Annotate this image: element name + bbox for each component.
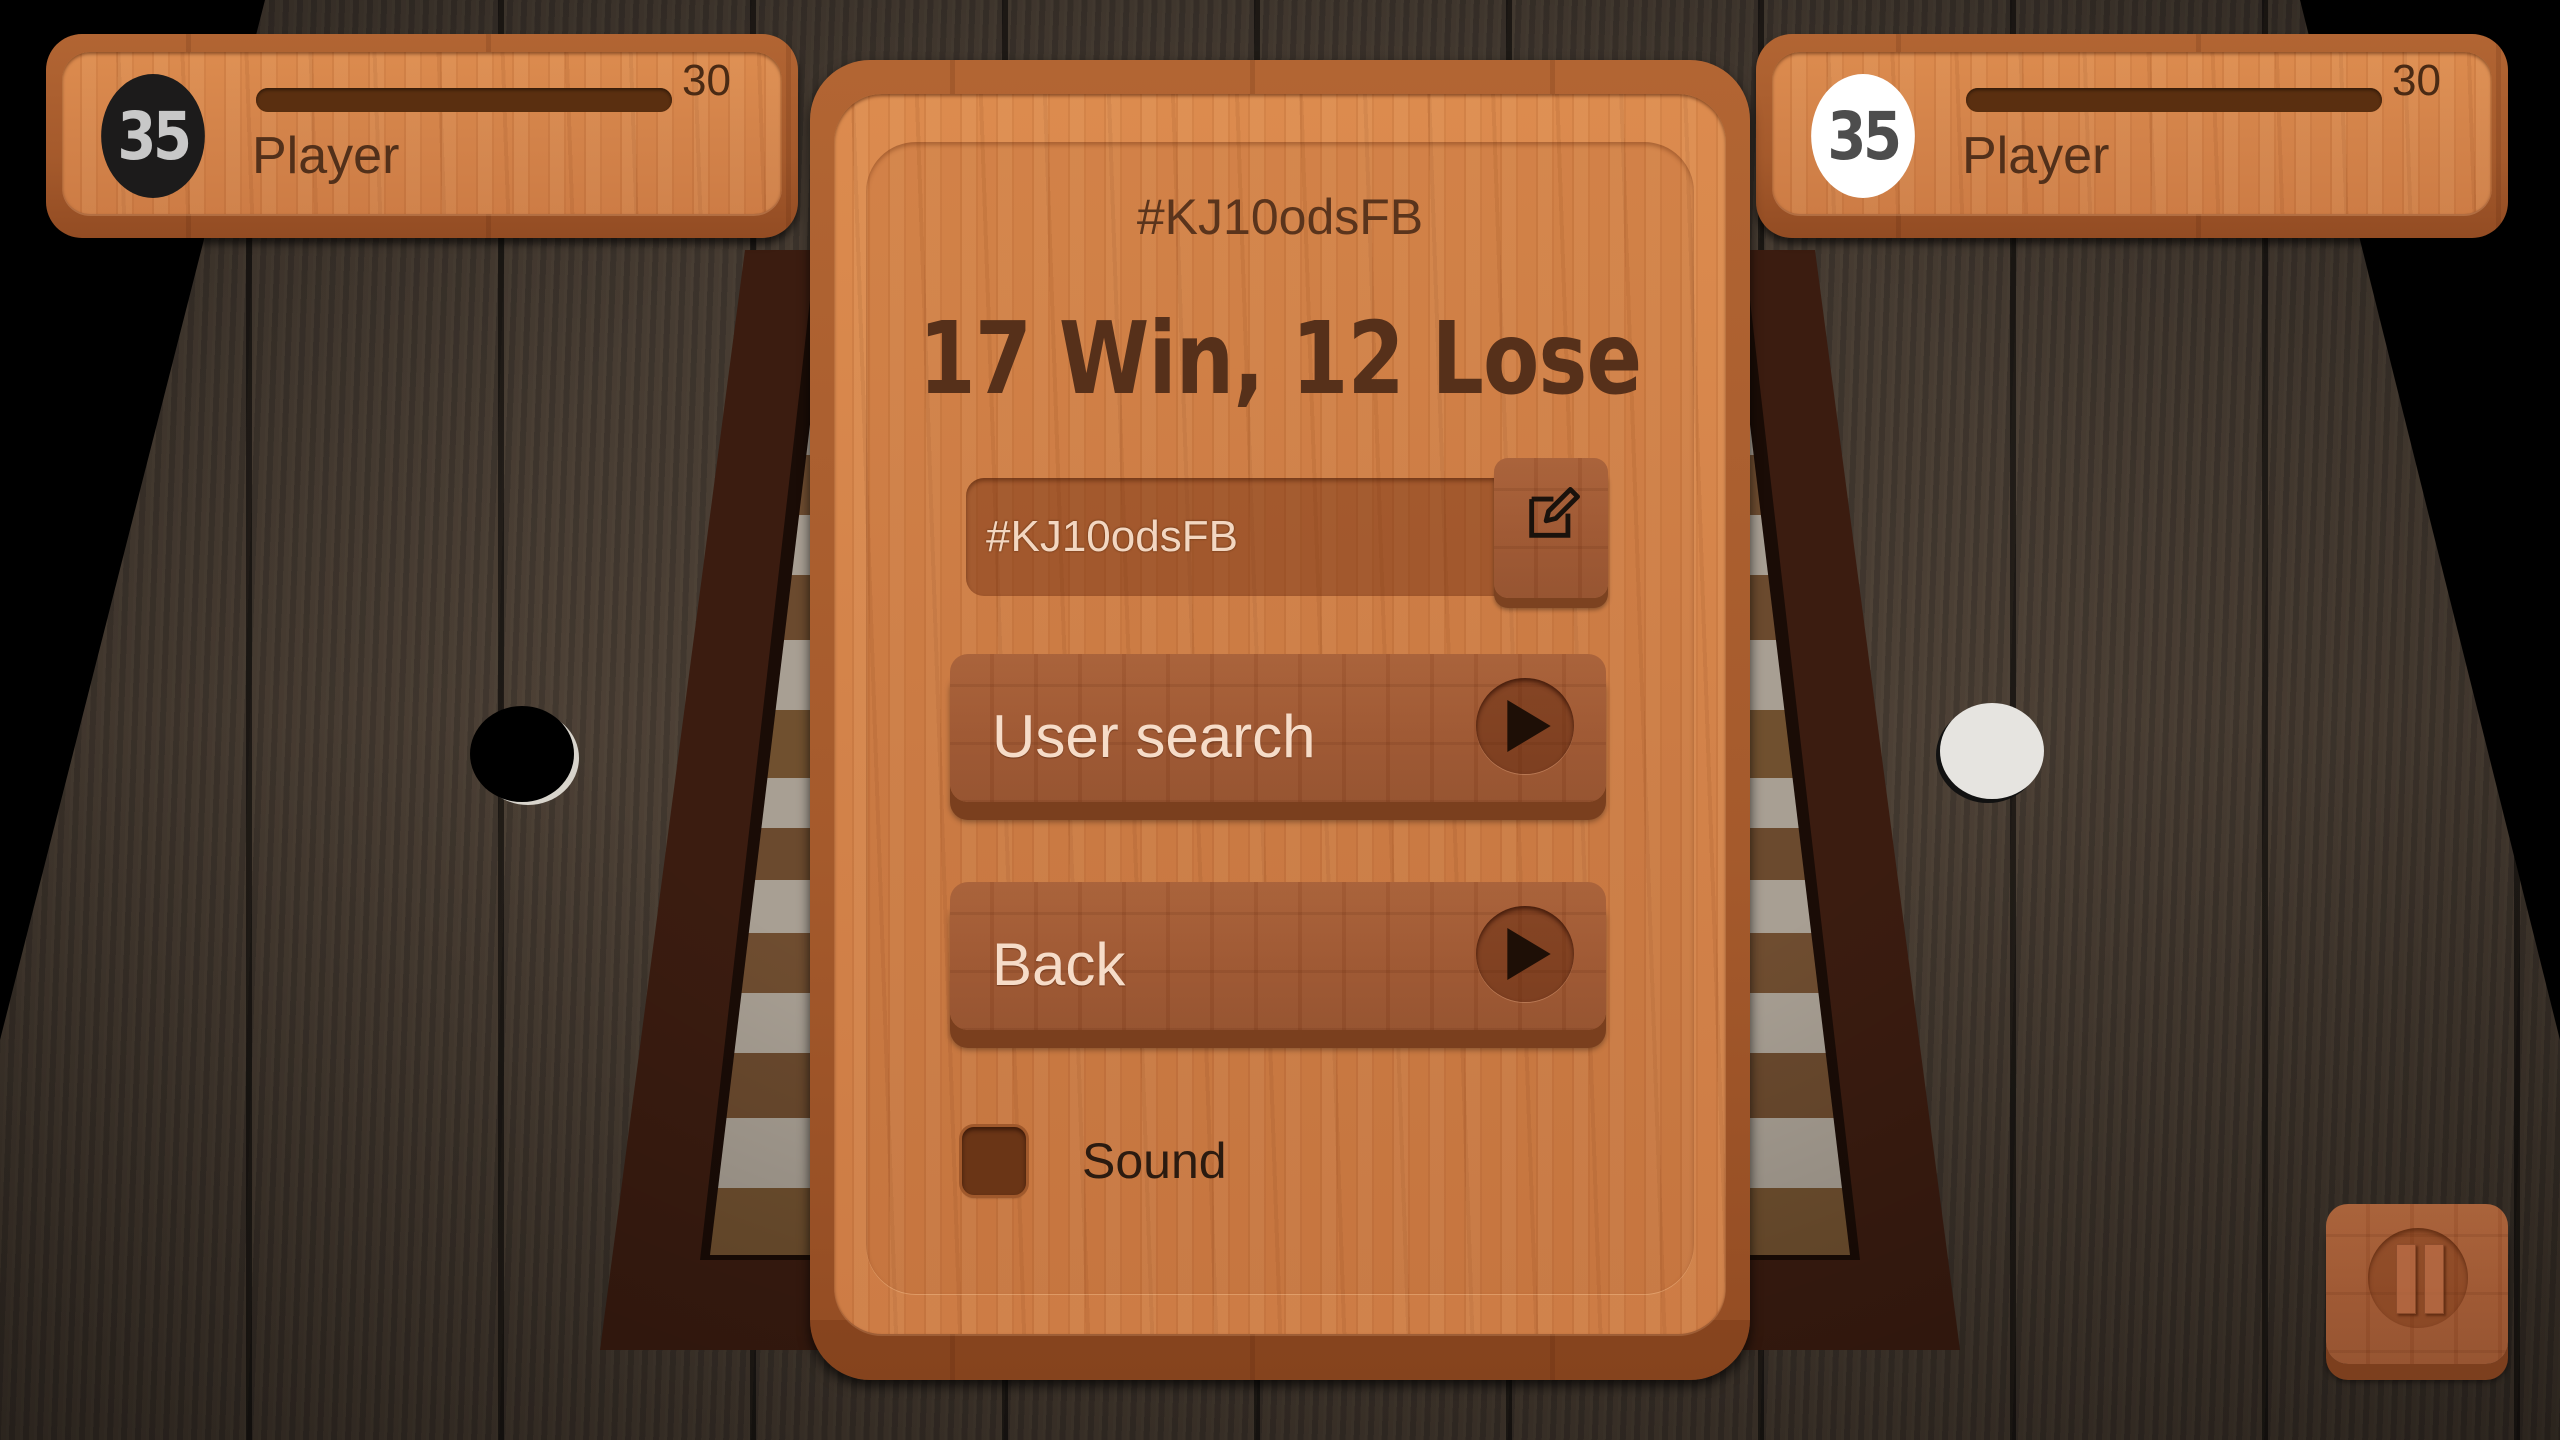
user-search-label: User search — [992, 703, 1316, 770]
player-panel-left: 35 30 Player — [46, 34, 798, 238]
white-checker[interactable] — [1940, 703, 2044, 799]
back-button[interactable]: Back — [950, 882, 1606, 1030]
opponent-score-badge: 35 — [1811, 74, 1915, 198]
pause-bar-left — [2396, 1244, 2416, 1314]
play-icon — [1476, 678, 1574, 774]
player-panel-right: 35 30 Player — [1756, 34, 2508, 238]
pause-button[interactable] — [2326, 1204, 2508, 1364]
opponent-name: Player — [1962, 127, 2110, 185]
user-code: #KJ10odsFB — [1136, 189, 1424, 245]
pause-bar-right — [2424, 1244, 2444, 1314]
edit-code-button[interactable] — [1494, 458, 1608, 598]
sound-toggle-row[interactable]: Sound — [962, 1126, 1227, 1196]
user-code-input[interactable]: #KJ10odsFB — [966, 478, 1526, 596]
win-loss-record: 17 Win, 12 Lose — [918, 300, 1642, 417]
pause-icon — [2368, 1228, 2468, 1328]
black-checker[interactable] — [470, 706, 574, 802]
user-search-button[interactable]: User search — [950, 654, 1606, 802]
profile-dialog: #KJ10odsFB 17 Win, 12 Lose #KJ10odsFB Us… — [810, 60, 1750, 1380]
sound-label: Sound — [1082, 1133, 1227, 1189]
sound-checkbox[interactable] — [962, 1127, 1026, 1195]
user-code-input-value: #KJ10odsFB — [986, 512, 1238, 561]
level-progress-fill — [1966, 88, 2382, 112]
level-progress-fill — [256, 88, 672, 112]
level-progress-bar — [256, 88, 672, 112]
edit-icon — [1522, 486, 1580, 550]
player-score-badge: 35 — [101, 74, 205, 198]
back-label: Back — [992, 931, 1126, 998]
player-name: Player — [252, 127, 400, 185]
play-icon — [1476, 906, 1574, 1002]
level-progress-bar — [1966, 88, 2382, 112]
player-level: 30 — [682, 56, 731, 105]
opponent-level: 30 — [2392, 56, 2441, 105]
